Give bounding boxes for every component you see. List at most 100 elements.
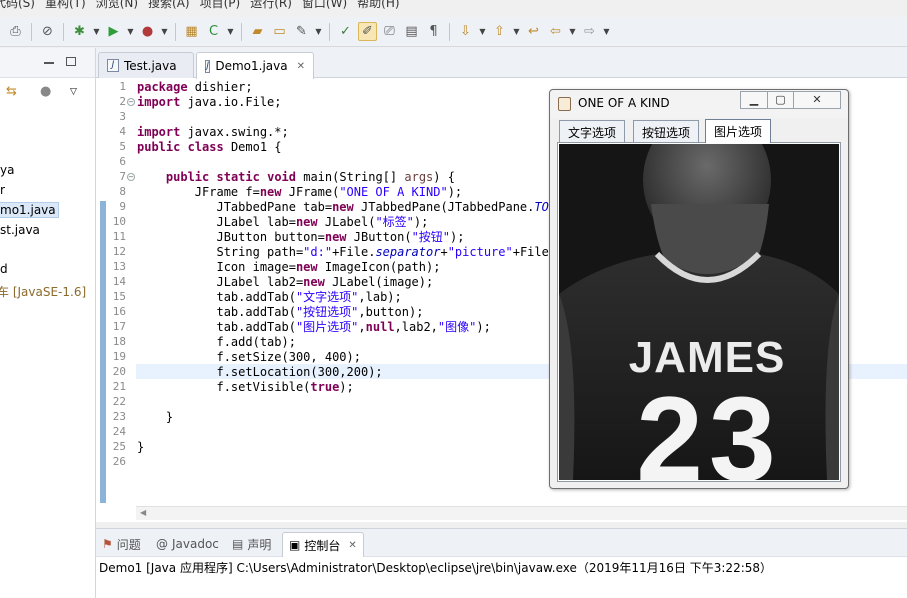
next-annotation-icon[interactable]: ⇩ xyxy=(456,22,475,41)
line-number: 18 xyxy=(112,335,126,348)
mark-occurrences-icon[interactable]: ✓ xyxy=(336,22,355,41)
toolbar-separator xyxy=(63,22,64,41)
block-selection-icon[interactable]: ⎚ xyxy=(380,22,399,41)
last-edit-location-icon[interactable]: ↩ xyxy=(524,22,543,41)
toggle-highlight-icon[interactable]: ✐ xyxy=(358,22,377,41)
skip-breakpoints-icon[interactable]: ⊘ xyxy=(38,22,57,41)
menu-refactor[interactable]: 重构(T) xyxy=(45,0,96,14)
search-icon[interactable]: ✎ xyxy=(292,22,311,41)
menu-source[interactable]: 代码(S) xyxy=(0,0,45,14)
maximize-button[interactable]: ▢ xyxy=(767,91,794,109)
fold-toggle-icon[interactable]: − xyxy=(127,98,135,106)
line-number: 20 xyxy=(112,365,126,378)
tree-item[interactable]: r xyxy=(0,183,5,197)
java-cup-icon xyxy=(558,97,571,111)
open-type-icon[interactable]: ▰ xyxy=(248,22,267,41)
menu-search[interactable]: 搜索(A) xyxy=(148,0,200,14)
chevron-down-icon[interactable]: ▼ xyxy=(226,22,235,41)
tab-test-java[interactable]: J Test.java xyxy=(98,52,194,78)
code-line: f.setSize(300, 400); xyxy=(137,350,361,364)
code-line: tab.addTab("文字选项",lab); xyxy=(137,290,402,304)
code-line: import java.io.File; xyxy=(137,95,282,109)
chevron-down-icon[interactable]: ▼ xyxy=(568,22,577,41)
tab-label: Test.java xyxy=(124,58,177,73)
menu-project[interactable]: 项目(P) xyxy=(200,0,251,14)
package-explorer: ⇆ ● ▽ ya r mo1.java st.java d 车 [JavaSE-… xyxy=(0,48,96,598)
code-line: tab.addTab("按钮选项",button); xyxy=(137,305,424,319)
tab-demo1-java[interactable]: J Demo1.java ✕ xyxy=(196,52,314,79)
problems-icon: ⚑ xyxy=(102,537,113,551)
code-line: public static void main(String[] args) { xyxy=(165,170,455,184)
previous-annotation-icon[interactable]: ⇧ xyxy=(490,22,509,41)
swing-frame-window[interactable]: ONE OF A KIND ▁ ▢ ✕ 文字选项 按钮选项 图片选项 JAMES… xyxy=(549,89,849,489)
tab-button-option[interactable]: 按钮选项 xyxy=(633,120,700,142)
chevron-down-icon[interactable]: ▼ xyxy=(478,22,487,41)
paragraph-icon[interactable]: ¶ xyxy=(424,22,443,41)
close-button[interactable]: ✕ xyxy=(793,91,841,109)
tree-item[interactable]: d xyxy=(0,262,8,276)
fold-toggle-icon[interactable]: − xyxy=(127,173,135,181)
menu-run[interactable]: 运行(R) xyxy=(250,0,302,14)
chevron-down-icon[interactable]: ▼ xyxy=(126,22,135,41)
menu-navigate[interactable]: 浏览(N) xyxy=(96,0,148,14)
maximize-icon[interactable] xyxy=(66,57,76,66)
scroll-left-icon[interactable]: ◀ xyxy=(140,508,146,517)
declaration-icon: ▤ xyxy=(232,537,244,551)
swing-title-bar[interactable]: ONE OF A KIND ▁ ▢ ✕ xyxy=(550,90,848,118)
console-icon: ▣ xyxy=(289,538,301,552)
tab-javadoc[interactable]: @ Javadoc xyxy=(156,534,219,554)
code-line: JLabel lab=new JLabel("标签"); xyxy=(137,215,429,229)
chevron-down-icon[interactable]: ▼ xyxy=(602,22,611,41)
link-with-editor-icon[interactable]: ⇆ xyxy=(6,84,17,99)
code-line: f.add(tab); xyxy=(137,335,296,349)
line-number: 15 xyxy=(112,290,126,303)
tree-item-jre-library[interactable]: 车 [JavaSE-1.6] xyxy=(0,283,86,300)
chevron-down-icon[interactable]: ▼ xyxy=(512,22,521,41)
tab-text-option[interactable]: 文字选项 xyxy=(559,120,626,142)
minimize-icon[interactable] xyxy=(44,62,54,64)
line-number: 10 xyxy=(112,215,126,228)
line-number: 24 xyxy=(112,425,126,438)
tree-item[interactable]: ya xyxy=(0,163,14,177)
tree-item[interactable]: st.java xyxy=(0,223,40,237)
chevron-down-icon[interactable]: ▼ xyxy=(160,22,169,41)
explorer-toolbar: ⇆ ● ▽ xyxy=(0,78,95,106)
tree-item-demo1[interactable]: mo1.java xyxy=(0,202,59,218)
code-line: tab.addTab("图片选项",null,lab2,"图像"); xyxy=(137,320,491,334)
chevron-down-icon[interactable]: ▼ xyxy=(92,22,101,41)
print-icon[interactable]: ⎙ xyxy=(6,22,25,41)
view-menu-icon[interactable]: ▽ xyxy=(70,87,77,97)
editor-tab-bar: J Test.java J Demo1.java ✕ xyxy=(96,48,907,79)
line-number: 26 xyxy=(112,455,126,468)
tab-declaration[interactable]: ▤ 声明 xyxy=(232,534,271,554)
main-toolbar: ⎙ ⊘ ✱ ▼ ▶ ▼ ● ▼ ▦ C ▼ ▰ ▭ ✎ ▼ ✓ ✐ ⎚ ▤ ¶ … xyxy=(0,17,907,47)
code-line: } xyxy=(137,410,174,424)
new-java-class-icon[interactable]: C xyxy=(204,22,223,41)
code-line: import javax.swing.*; xyxy=(137,125,289,139)
horizontal-scrollbar[interactable]: ◀ xyxy=(136,506,907,520)
tab-console[interactable]: ▣ 控制台 ✕ xyxy=(282,532,364,557)
tab-problems[interactable]: ⚑ 问题 xyxy=(102,534,141,554)
forward-icon[interactable]: ⇨ xyxy=(580,22,599,41)
chevron-down-icon[interactable]: ▼ xyxy=(314,22,323,41)
line-number-gutter: 1 2 3 4 5 6 7 8 9 10 11 12 13 14 15 16 17 18 19 20 21 22 23 24 2… xyxy=(96,78,136,508)
focus-icon[interactable]: ● xyxy=(40,84,51,99)
tab-content-panel: JAMES 23 xyxy=(557,142,841,482)
line-number: 14 xyxy=(112,275,126,288)
line-number: 2 xyxy=(119,95,126,108)
run-icon[interactable]: ▶ xyxy=(104,22,123,41)
minimize-button[interactable]: ▁ xyxy=(740,91,768,109)
new-java-package-icon[interactable]: ▦ xyxy=(182,22,201,41)
external-tools-icon[interactable]: ● xyxy=(138,22,157,41)
show-whitespace-icon[interactable]: ▤ xyxy=(402,22,421,41)
code-line: JLabel lab2=new JLabel(image); xyxy=(137,275,434,289)
open-folder-icon[interactable]: ▭ xyxy=(270,22,289,41)
line-number: 13 xyxy=(112,260,126,273)
debug-icon[interactable]: ✱ xyxy=(70,22,89,41)
close-icon[interactable]: ✕ xyxy=(297,61,305,72)
back-icon[interactable]: ⇦ xyxy=(546,22,565,41)
menu-window[interactable]: 窗口(W) xyxy=(302,0,357,14)
menu-help[interactable]: 帮助(H) xyxy=(357,0,409,14)
close-icon[interactable]: ✕ xyxy=(348,540,356,551)
tab-image-option[interactable]: 图片选项 xyxy=(705,119,772,143)
